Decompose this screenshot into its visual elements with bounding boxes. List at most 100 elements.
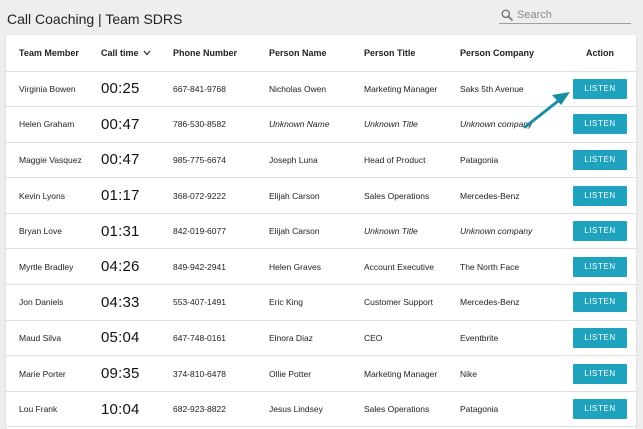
phone-number-cell: 553-407-1491: [173, 284, 269, 321]
team-member-cell: Lou Frank: [6, 391, 101, 428]
call-time-cell: 09:35: [101, 355, 173, 392]
top-bar: Call Coaching | Team SDRS: [0, 0, 643, 34]
search-box[interactable]: [499, 7, 631, 24]
call-time-cell: 01:17: [101, 177, 173, 214]
person-name-cell: Eric King: [269, 284, 364, 321]
search-icon: [501, 9, 513, 21]
team-member-cell: Bryan Love: [6, 213, 101, 250]
person-title-cell: Head of Product: [364, 142, 460, 179]
action-cell: LISTEN: [564, 213, 636, 250]
person-name-cell: Elijah Carson: [269, 213, 364, 250]
person-title-cell: Account Executive: [364, 248, 460, 286]
phone-number-cell: 647-748-0161: [173, 320, 269, 357]
listen-button[interactable]: LISTEN: [573, 292, 627, 313]
person-company-cell: Saks 5th Avenue: [460, 71, 564, 108]
action-cell: LISTEN: [564, 177, 636, 214]
column-header-action: Action: [564, 35, 636, 72]
table-header-row: Team Member Call time Phone Number Perso…: [6, 35, 636, 72]
table-row: Jon Daniels 04:33 553-407-1491 Eric King…: [6, 284, 636, 321]
column-header-phone-number: Phone Number: [173, 35, 269, 72]
listen-button[interactable]: LISTEN: [573, 363, 627, 384]
table-row: Kevin Lyons 01:17 368-072-9222 Elijah Ca…: [6, 177, 636, 214]
person-company-cell: Mercedes-Benz: [460, 284, 564, 321]
call-time-cell: 04:26: [101, 248, 173, 286]
calls-table: Team Member Call time Phone Number Perso…: [6, 35, 636, 428]
person-name-cell: Ollie Potter: [269, 355, 364, 392]
column-header-person-name: Person Name: [269, 35, 364, 72]
team-member-cell: Maud Silva: [6, 320, 101, 357]
phone-number-cell: 667-841-9768: [173, 71, 269, 108]
listen-button[interactable]: LISTEN: [573, 185, 627, 206]
call-time-cell: 04:33: [101, 284, 173, 321]
call-time-cell: 05:04: [101, 320, 173, 357]
listen-button[interactable]: LISTEN: [573, 256, 627, 277]
listen-button[interactable]: LISTEN: [573, 149, 627, 170]
team-member-cell: Maggie Vasquez: [6, 142, 101, 179]
person-name-cell: Helen Graves: [269, 248, 364, 286]
table-row: Virginia Bowen 00:25 667-841-9768 Nichol…: [6, 71, 636, 108]
person-name-cell: Joseph Luna: [269, 142, 364, 179]
person-company-cell: Nike: [460, 355, 564, 392]
person-title-cell: Sales Operations: [364, 391, 460, 428]
person-name-cell: Nicholas Owen: [269, 71, 364, 108]
person-name-cell: Elnora Diaz: [269, 320, 364, 357]
call-time-cell: 10:04: [101, 391, 173, 428]
column-header-person-company: Person Company: [460, 35, 564, 72]
phone-number-cell: 849-942-2941: [173, 248, 269, 286]
table-row: Bryan Love 01:31 842-019-6077 Elijah Car…: [6, 213, 636, 250]
person-name-cell: Unknown Name: [269, 106, 364, 143]
column-header-team-member: Team Member: [6, 35, 101, 72]
column-header-person-title: Person Title: [364, 35, 460, 72]
column-header-call-time[interactable]: Call time: [101, 35, 173, 72]
phone-number-cell: 842-019-6077: [173, 213, 269, 250]
call-time-cell: 00:25: [101, 71, 173, 108]
team-member-cell: Myrtle Bradley: [6, 248, 101, 286]
action-cell: LISTEN: [564, 320, 636, 357]
action-cell: LISTEN: [564, 106, 636, 143]
person-name-cell: Jesus Lindsey: [269, 391, 364, 428]
team-member-cell: Marie Porter: [6, 355, 101, 392]
call-time-cell: 00:47: [101, 106, 173, 143]
team-member-cell: Jon Daniels: [6, 284, 101, 321]
calls-table-card: Team Member Call time Phone Number Perso…: [6, 35, 636, 429]
person-title-cell: Customer Support: [364, 284, 460, 321]
page-title: Call Coaching | Team SDRS: [7, 11, 183, 27]
action-cell: LISTEN: [564, 248, 636, 286]
person-company-cell: The North Face: [460, 248, 564, 286]
phone-number-cell: 374-810-6478: [173, 355, 269, 392]
table-row: Maud Silva 05:04 647-748-0161 Elnora Dia…: [6, 320, 636, 357]
phone-number-cell: 786-530-8582: [173, 106, 269, 143]
table-row: Maggie Vasquez 00:47 985-775-6674 Joseph…: [6, 142, 636, 179]
person-title-cell: Unknown Title: [364, 213, 460, 250]
phone-number-cell: 682-923-8822: [173, 391, 269, 428]
chevron-down-icon[interactable]: [143, 50, 151, 56]
action-cell: LISTEN: [564, 391, 636, 428]
phone-number-cell: 368-072-9222: [173, 177, 269, 214]
table-row: Helen Graham 00:47 786-530-8582 Unknown …: [6, 106, 636, 143]
action-cell: LISTEN: [564, 355, 636, 392]
table-row: Lou Frank 10:04 682-923-8822 Jesus Linds…: [6, 391, 636, 428]
phone-number-cell: 985-775-6674: [173, 142, 269, 179]
call-time-cell: 00:47: [101, 142, 173, 179]
person-company-cell: Unknown company: [460, 213, 564, 250]
action-cell: LISTEN: [564, 284, 636, 321]
person-company-cell: Eventbrite: [460, 320, 564, 357]
table-row: Marie Porter 09:35 374-810-6478 Ollie Po…: [6, 355, 636, 392]
search-input[interactable]: [517, 7, 629, 23]
person-title-cell: Unknown Title: [364, 106, 460, 143]
listen-button[interactable]: LISTEN: [573, 399, 627, 420]
person-company-cell: Patagonia: [460, 391, 564, 428]
listen-button[interactable]: LISTEN: [573, 114, 627, 135]
table-row: Myrtle Bradley 04:26 849-942-2941 Helen …: [6, 248, 636, 286]
person-title-cell: Marketing Manager: [364, 71, 460, 108]
listen-button[interactable]: LISTEN: [573, 221, 627, 242]
team-member-cell: Kevin Lyons: [6, 177, 101, 214]
person-title-cell: CEO: [364, 320, 460, 357]
call-time-header-label: Call time: [101, 47, 139, 58]
team-member-cell: Helen Graham: [6, 106, 101, 143]
action-cell: LISTEN: [564, 71, 636, 108]
person-company-cell: Patagonia: [460, 142, 564, 179]
person-title-cell: Sales Operations: [364, 177, 460, 214]
listen-button[interactable]: LISTEN: [573, 327, 627, 348]
listen-button[interactable]: LISTEN: [573, 78, 627, 99]
